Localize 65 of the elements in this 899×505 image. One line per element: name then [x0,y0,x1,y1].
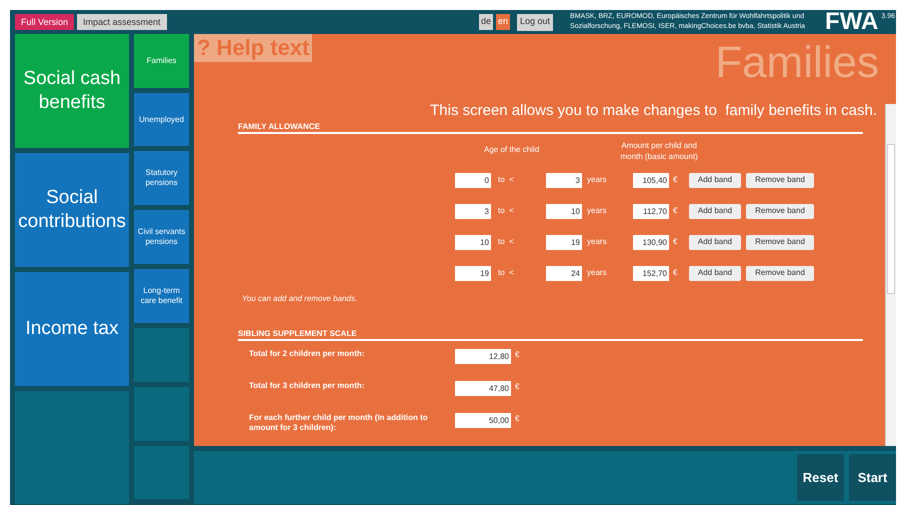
remove-band-button[interactable]: Remove band [746,266,814,280]
amount-field[interactable]: 105,40 [633,172,669,188]
amount-field[interactable]: 130,90 [633,234,669,250]
amount-field[interactable]: 50,00 [455,413,511,428]
currency-label: € [673,236,678,248]
age-to-field[interactable]: 3 [546,172,582,188]
range-label: to < [498,267,515,279]
amount-field[interactable]: 12,80 [455,349,511,364]
amount-field[interactable]: 152,70 [633,266,669,280]
unit-label: years [587,205,608,217]
add-band-button[interactable]: Add band [689,172,741,188]
unit-label: years [587,267,608,279]
hint-text: You can add and remove bands. [242,293,358,305]
subcategory-tile[interactable]: Long-term care benefit [134,269,189,323]
add-band-button[interactable]: Add band [689,204,741,218]
amount-field[interactable]: 112,70 [633,204,669,218]
age-from-field[interactable]: 19 [455,266,491,280]
add-band-button[interactable]: Add band [689,234,741,250]
unit-label: years [587,174,608,186]
version-tab[interactable]: Impact assessment [77,14,167,30]
amount-field[interactable]: 47,80 [455,381,511,396]
unit-label: years [587,236,608,248]
age-from-field[interactable]: 10 [455,234,491,250]
currency-label: € [515,349,520,361]
range-label: to < [498,236,515,248]
subcategory-tile[interactable]: Statutory pensions [134,151,189,205]
field-label: Total for 3 children per month: [249,381,366,391]
version-tab[interactable]: Full Version [15,14,74,30]
currency-label: € [673,174,678,186]
age-to-field[interactable]: 19 [546,234,582,250]
remove-band-button[interactable]: Remove band [746,204,814,218]
language-button[interactable]: de [478,14,493,30]
panel-title: Families [715,38,879,88]
category-tile[interactable]: Income tax [15,272,129,386]
intro-text: This screen allows you to make changes to family benefits in cash. [430,102,877,120]
age-from-field[interactable]: 3 [455,204,491,218]
section-heading: FAMILY ALLOWANCE [238,122,320,131]
remove-band-button[interactable]: Remove band [746,234,814,250]
action-button[interactable]: Reset [797,454,844,501]
field-label: For each further child per month (In addition to amount for 3 children): [249,413,429,433]
currency-label: € [515,381,520,393]
category-tile[interactable]: Social contributions [15,153,129,267]
empty-tile [134,446,189,499]
add-band-button[interactable]: Add band [689,266,741,280]
age-to-field[interactable]: 10 [546,204,582,218]
currency-label: € [673,267,678,279]
empty-tile [134,328,189,382]
field-label: Total for 2 children per month: [249,349,366,359]
subcategory-tile[interactable]: Unemployed [134,93,189,146]
currency-label: € [515,413,520,425]
section-heading: SIBLING SUPPLEMENT SCALE [238,329,357,338]
column-header: Age of the child [484,144,540,156]
range-label: to < [498,205,515,217]
subcategory-tile[interactable]: Civil servants pensions [134,210,189,264]
age-from-field[interactable]: 0 [455,172,491,188]
action-button[interactable]: Start [849,454,896,501]
currency-label: € [673,205,678,217]
remove-band-button[interactable]: Remove band [746,172,814,188]
age-to-field[interactable]: 24 [546,266,582,280]
logout-button[interactable]: Log out [517,14,554,30]
scrollbar[interactable] [885,104,896,446]
logo: FWA [825,10,878,34]
range-label: to < [498,174,515,186]
empty-tile [134,387,189,441]
column-header: Amount per child and month (basic amount) [619,140,699,162]
